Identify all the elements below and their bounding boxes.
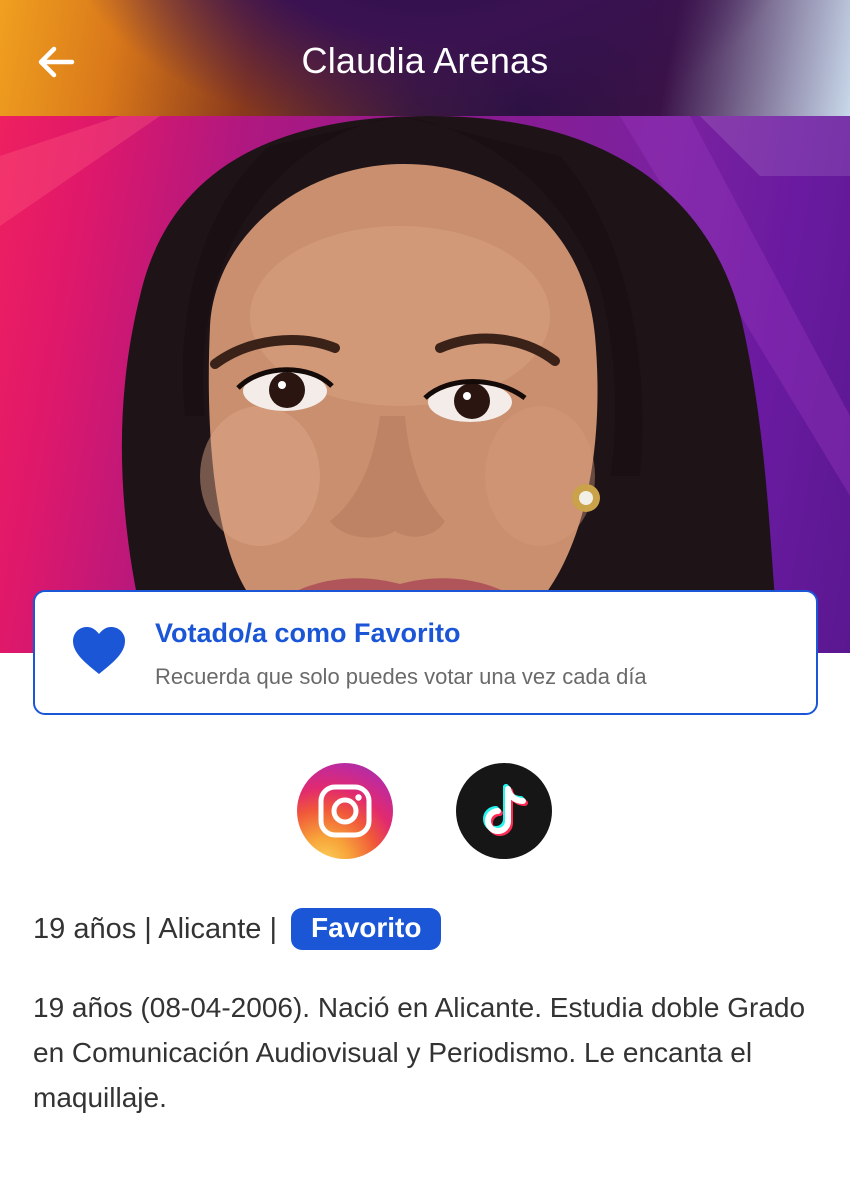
instagram-icon xyxy=(318,784,372,838)
vote-status-card: Votado/a como Favorito Recuerda que solo… xyxy=(33,590,818,715)
profile-bio: 19 años (08-04-2006). Nació en Alicante.… xyxy=(33,992,806,1113)
favorito-badge: Favorito xyxy=(291,908,442,950)
tiktok-icon xyxy=(483,784,528,836)
vote-subtitle: Recuerda que solo puedes votar una vez c… xyxy=(155,664,647,689)
contestant-photo xyxy=(0,116,850,653)
heart-icon xyxy=(73,627,125,674)
instagram-button[interactable] xyxy=(297,763,393,859)
page-title: Claudia Arenas xyxy=(301,40,549,81)
app-header: Claudia Arenas xyxy=(0,0,850,116)
profile-meta: 19 años | Alicante | Favorito xyxy=(33,906,442,952)
age-location-text: 19 años | Alicante | xyxy=(33,912,278,945)
vote-title: Votado/a como Favorito xyxy=(155,618,461,648)
tiktok-button[interactable] xyxy=(456,763,552,859)
